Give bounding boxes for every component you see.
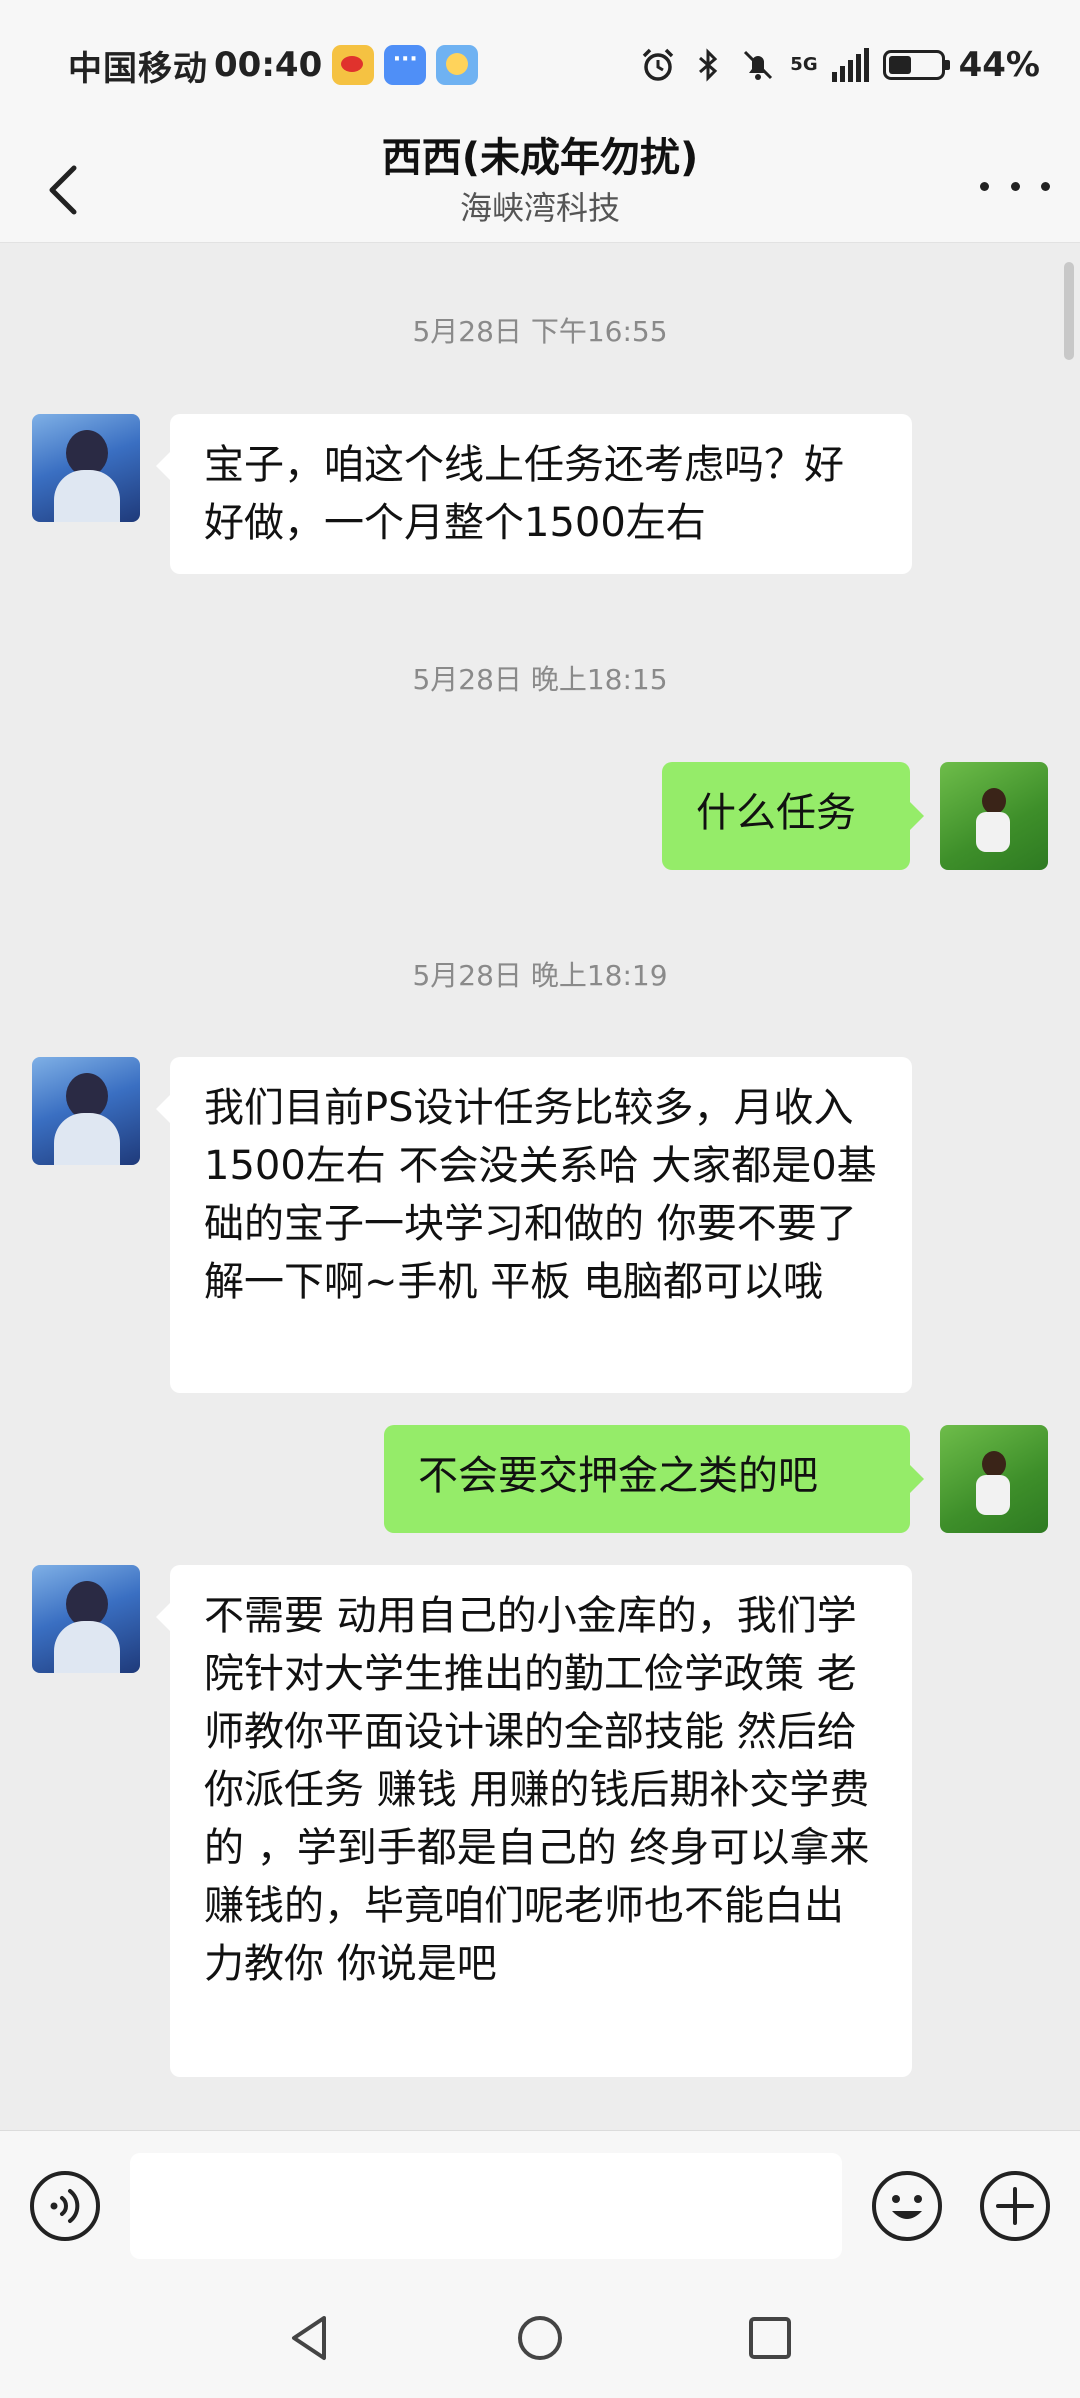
chat-subtitle: 海峡湾科技 [459,189,620,227]
more-dots-icon[interactable] [980,166,1050,206]
chat-title: 西西(未成年勿扰) [381,135,699,181]
system-nav-bar [0,2280,1080,2398]
status-left: 中国移动 00:40 [68,42,479,89]
weibo-icon [332,45,375,85]
avatar[interactable] [32,1565,140,1673]
input-bar [0,2130,1080,2281]
battery-icon [882,50,950,80]
battery-percent: 44% [958,45,1040,85]
signal-icon [831,48,869,82]
avatar[interactable] [32,414,140,522]
plus-icon[interactable] [978,2169,1052,2243]
carrier-name: 中国移动 [68,48,208,89]
mute-icon [744,50,773,80]
message-bubble[interactable]: 宝子，咱这个线上任务还考虑吗？好好做，一个月整个1500左右 [156,414,912,574]
avatar[interactable] [940,762,1048,870]
chat-header: 西西(未成年勿扰) 海峡湾科技 [0,130,1080,243]
avatar[interactable] [32,1057,140,1165]
status-bar: 中国移动 00:40 5G 44% [0,0,1080,130]
chevron-left-icon[interactable] [36,150,96,230]
timestamp: 5月28日 下午16:55 [412,315,668,348]
title-block: 西西(未成年勿扰) 海峡湾科技 [200,130,880,230]
network-type: 5G [790,54,818,75]
message-bubble[interactable]: 什么任务 [662,762,924,870]
status-right: 5G 44% [640,42,1040,88]
circle-home-icon[interactable] [512,2310,568,2366]
timestamp: 5月28日 晚上18:15 [412,663,668,696]
emoji-icon[interactable] [870,2169,944,2243]
weather-app-icon [436,45,479,85]
message-app-icon [384,45,427,85]
battery-fill [888,56,911,74]
triangle-back-icon[interactable] [282,2310,338,2366]
message-input[interactable] [130,2153,842,2259]
alarm-icon [643,48,674,81]
square-recent-icon[interactable] [742,2310,798,2366]
bluetooth-icon [699,48,718,82]
timestamp: 5月28日 晚上18:19 [412,959,668,992]
voice-icon[interactable] [28,2169,102,2243]
message-bubble[interactable]: 不需要 动用自己的小金库的，我们学院针对大学生推出的勤工俭学政策 老师教你平面设… [156,1565,912,2077]
clock: 00:40 [214,45,323,85]
message-bubble[interactable]: 我们目前PS设计任务比较多，月收入1500左右 不会没关系哈 大家都是0基础的宝… [156,1057,912,1393]
avatar[interactable] [940,1425,1048,1533]
message-bubble[interactable]: 不会要交押金之类的吧 [384,1425,924,1533]
